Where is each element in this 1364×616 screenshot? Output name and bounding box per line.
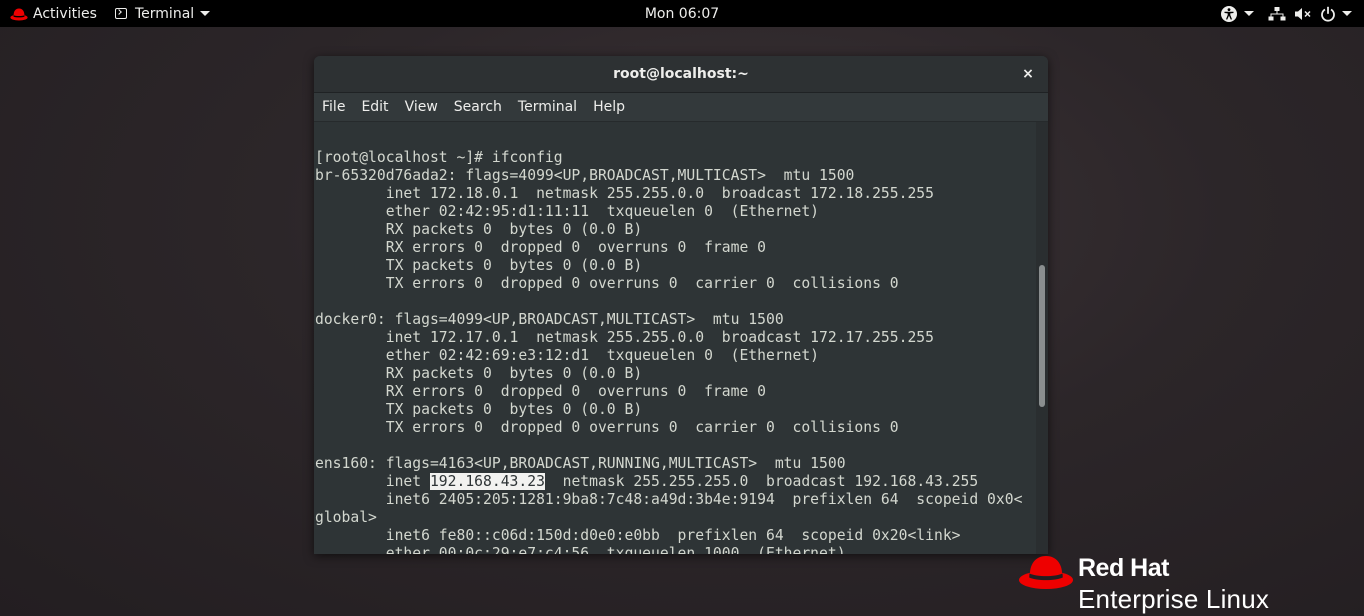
terminal-line: RX errors 0 dropped 0 overruns 0 frame 0: [315, 239, 766, 256]
terminal-line: inet6 2405:205:1281:9ba8:7c48:a49d:3b4e:…: [315, 491, 1023, 508]
menu-edit[interactable]: Edit: [353, 93, 396, 121]
window-titlebar[interactable]: root@localhost:~ ×: [314, 56, 1048, 93]
terminal-line: br-65320d76ada2: flags=4099<UP,BROADCAST…: [315, 167, 855, 184]
terminal-line: TX errors 0 dropped 0 overruns 0 carrier…: [315, 419, 899, 436]
terminal-icon: [115, 8, 127, 19]
redhat-icon: [10, 8, 28, 20]
terminal-line: inet6 fe80::c06d:150d:d0e0:e0bb prefixle…: [315, 527, 961, 544]
terminal-line: RX packets 0 bytes 0 (0.0 B): [315, 221, 643, 238]
terminal-output: [root@localhost ~]# ifconfig br-65320d76a…: [315, 149, 1022, 554]
menu-file[interactable]: File: [314, 93, 353, 121]
brand-logo: Red Hat Enterprise Linux: [1018, 553, 1348, 616]
terminal-output-area[interactable]: [root@localhost ~]# ifconfig br-65320d76a…: [314, 122, 1036, 554]
terminal-window: root@localhost:~ × File Edit View Search…: [314, 56, 1048, 554]
volume-muted-icon[interactable]: [1294, 6, 1312, 22]
terminal-line: TX packets 0 bytes 0 (0.0 B): [315, 257, 643, 274]
chevron-down-icon: [200, 11, 211, 16]
top-bar: Activities Terminal Mon 06:07: [0, 0, 1364, 27]
terminal-line: TX packets 0 bytes 0 (0.0 B): [315, 401, 643, 418]
brand-name: Red Hat: [1078, 554, 1169, 582]
terminal-line: ether 00:0c:29:e7:c4:56 txqueuelen 1000 …: [315, 545, 846, 554]
terminal-line: ens160: flags=4163<UP,BROADCAST,RUNNING,…: [315, 455, 846, 472]
menu-view[interactable]: View: [397, 93, 446, 121]
terminal-line: docker0: flags=4099<UP,BROADCAST,MULTICA…: [315, 311, 784, 328]
accessibility-icon[interactable]: [1220, 5, 1238, 23]
terminal-line: ether 02:42:69:e3:12:d1 txqueuelen 0 (Et…: [315, 347, 820, 364]
scrollbar[interactable]: [1036, 122, 1048, 554]
terminal-line: ether 02:42:95:d1:11:11 txqueuelen 0 (Et…: [315, 203, 820, 220]
power-icon[interactable]: [1320, 6, 1336, 22]
terminal-line: global>: [315, 509, 377, 526]
close-icon[interactable]: ×: [1018, 64, 1038, 84]
menu-search[interactable]: Search: [446, 93, 510, 121]
terminal-line: TX errors 0 dropped 0 overruns 0 carrier…: [315, 275, 899, 292]
menu-terminal[interactable]: Terminal: [510, 93, 585, 121]
terminal-line: inet 172.18.0.1 netmask 255.255.0.0 broa…: [315, 185, 934, 202]
app-menu-label: Terminal: [135, 5, 195, 22]
chevron-down-icon[interactable]: [1342, 11, 1352, 16]
system-status-area[interactable]: [1220, 0, 1352, 27]
terminal-line: inet 172.17.0.1 netmask 255.255.0.0 broa…: [315, 329, 934, 346]
terminal-line: [root@localhost ~]# ifconfig: [315, 149, 563, 166]
network-icon[interactable]: [1268, 6, 1286, 22]
scrollbar-thumb[interactable]: [1039, 265, 1045, 407]
terminal-line: RX errors 0 dropped 0 overruns 0 frame 0: [315, 383, 766, 400]
app-menu[interactable]: Terminal: [115, 0, 211, 27]
terminal-line: inet 192.168.43.23 netmask 255.255.255.0…: [315, 473, 979, 490]
brand-product: Enterprise Linux: [1078, 584, 1270, 614]
clock[interactable]: Mon 06:07: [645, 6, 719, 22]
redhat-logo-icon: [1019, 556, 1073, 589]
activities-label: Activities: [33, 5, 97, 22]
window-title: root@localhost:~: [613, 66, 749, 82]
menu-bar: File Edit View Search Terminal Help: [314, 93, 1048, 122]
terminal-line: RX packets 0 bytes 0 (0.0 B): [315, 365, 643, 382]
activities-button[interactable]: Activities: [10, 0, 97, 27]
menu-help[interactable]: Help: [585, 93, 633, 121]
chevron-down-icon[interactable]: [1244, 11, 1254, 16]
selected-text[interactable]: 192.168.43.23: [429, 473, 545, 490]
